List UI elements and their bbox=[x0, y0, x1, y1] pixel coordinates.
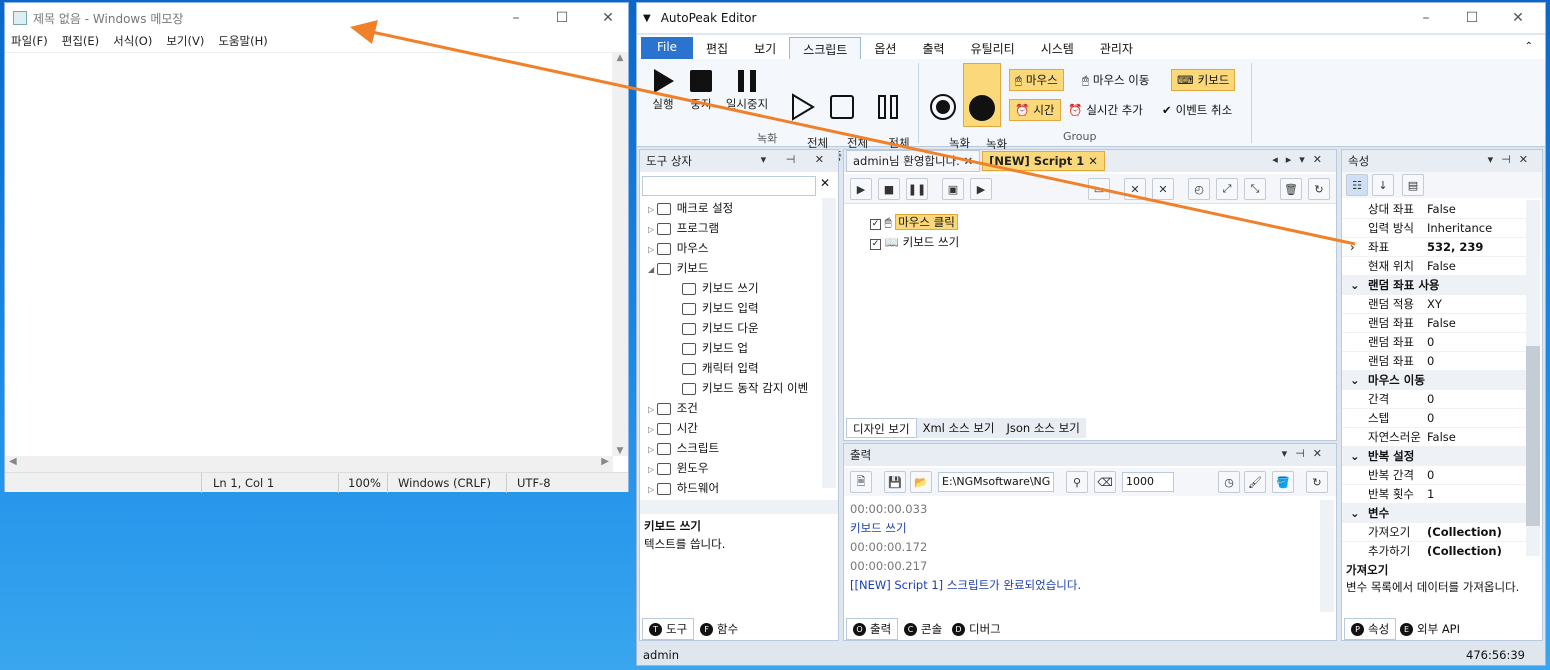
annotation-arrow bbox=[350, 20, 1356, 246]
